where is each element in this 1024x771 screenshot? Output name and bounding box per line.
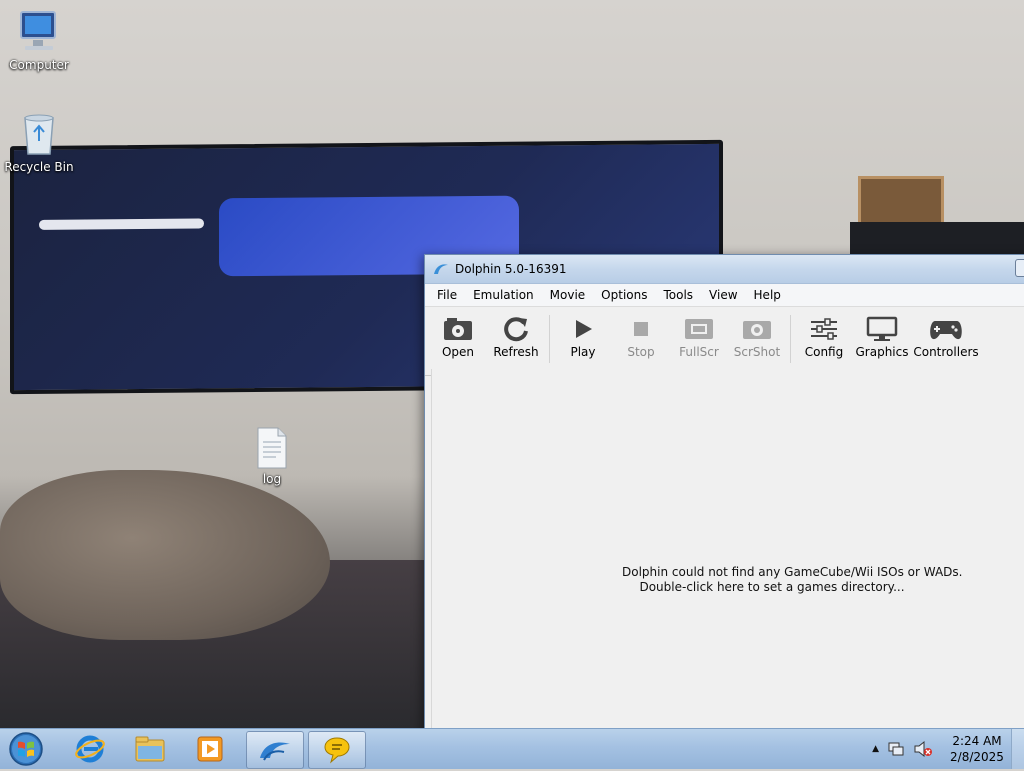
taskbar: ▲ 2:24 AM 2/8/2025 [0,728,1024,769]
toolbar-label: Graphics [855,345,909,359]
monitor-icon [866,316,898,341]
taskbar-media-player[interactable] [182,731,238,767]
play-icon [576,320,592,338]
desktop-icon-label: Computer [9,58,69,72]
config-icon [811,318,837,340]
toolbar-label: Controllers [913,345,979,359]
empty-message-line-2: Double-click here to set a games directo… [639,580,905,594]
system-tray: ▲ 2:24 AM 2/8/2025 [872,729,1024,769]
menu-emulation[interactable]: Emulation [465,288,542,302]
refresh-icon [504,317,528,342]
toolbar-separator [549,315,550,363]
window-title: Dolphin 5.0-16391 [455,262,567,276]
toolbar: Open Refresh Play Stop FullScr ScrShot C… [425,307,1024,376]
fullscreen-icon [685,319,713,339]
toolbar-label: Open [441,345,475,359]
minimize-button[interactable] [1015,259,1024,277]
show-hidden-icons-icon[interactable]: ▲ [872,744,879,754]
dolphin-window: Dolphin 5.0-16391 File Emulation Movie O… [424,254,1024,746]
internet-explorer-icon [75,735,105,763]
show-desktop-button[interactable] [1011,729,1024,769]
desktop-icon-label: Recycle Bin [4,160,74,174]
stop-button[interactable]: Stop [612,313,670,359]
toolbar-label: Play [570,345,596,359]
play-button[interactable]: Play [554,313,612,359]
network-icon[interactable] [887,740,905,758]
open-disc-icon [444,318,472,340]
toolbar-label: FullScr [679,345,719,359]
toolbar-label: Refresh [493,345,539,359]
gamepad-icon [930,321,962,340]
game-list[interactable]: Dolphin could not find any GameCube/Wii … [431,369,1024,745]
screenshot-button[interactable]: ScrShot [728,313,786,359]
menu-tools[interactable]: Tools [655,288,701,302]
toolbar-separator [790,315,791,363]
chat-bubble-icon [324,737,350,764]
title-bar[interactable]: Dolphin 5.0-16391 [425,255,1024,284]
toolbar-label: ScrShot [733,345,781,359]
menu-file[interactable]: File [429,288,465,302]
wallpaper-blanket [0,470,330,640]
refresh-button[interactable]: Refresh [487,313,545,359]
clock-date: 2/8/2025 [950,750,1004,764]
file-explorer-icon [135,736,165,762]
toolbar-label: Stop [627,345,655,359]
start-button[interactable] [4,730,48,768]
graphics-button[interactable]: Graphics [853,313,911,359]
screenshot-icon [743,321,771,339]
desktop-icon-computer[interactable]: Computer [3,8,75,72]
text-file-icon [257,427,287,469]
computer-icon [20,11,56,50]
taskbar-dolphin[interactable] [246,731,304,769]
start-orb-icon [9,732,43,766]
empty-game-list-message[interactable]: Dolphin could not find any GameCube/Wii … [622,565,963,595]
fullscreen-button[interactable]: FullScr [670,313,728,359]
menu-options[interactable]: Options [593,288,655,302]
clock[interactable]: 2:24 AM 2/8/2025 [943,733,1011,765]
taskbar-internet-explorer[interactable] [62,731,118,767]
media-player-icon [197,736,223,762]
desktop-icon-log[interactable]: log [236,426,308,486]
menu-help[interactable]: Help [746,288,789,302]
empty-message-line-1: Dolphin could not find any GameCube/Wii … [622,565,963,579]
toolbar-label: Config [804,345,844,359]
menu-movie[interactable]: Movie [542,288,594,302]
controllers-button[interactable]: Controllers [911,313,981,359]
volume-muted-icon[interactable] [913,740,933,758]
dolphin-icon [260,742,290,761]
stop-icon [634,322,648,336]
menu-view[interactable]: View [701,288,745,302]
desktop-icon-recycle-bin[interactable]: Recycle Bin [3,110,75,174]
taskbar-file-explorer[interactable] [122,731,178,767]
open-button[interactable]: Open [429,313,487,359]
config-button[interactable]: Config [795,313,853,359]
desktop-icon-label: log [262,472,282,486]
clock-time: 2:24 AM [952,734,1002,748]
taskbar-chat-app[interactable] [308,731,366,769]
menu-bar: File Emulation Movie Options Tools View … [425,284,1024,307]
dolphin-icon [434,264,448,274]
recycle-bin-icon [24,114,54,155]
